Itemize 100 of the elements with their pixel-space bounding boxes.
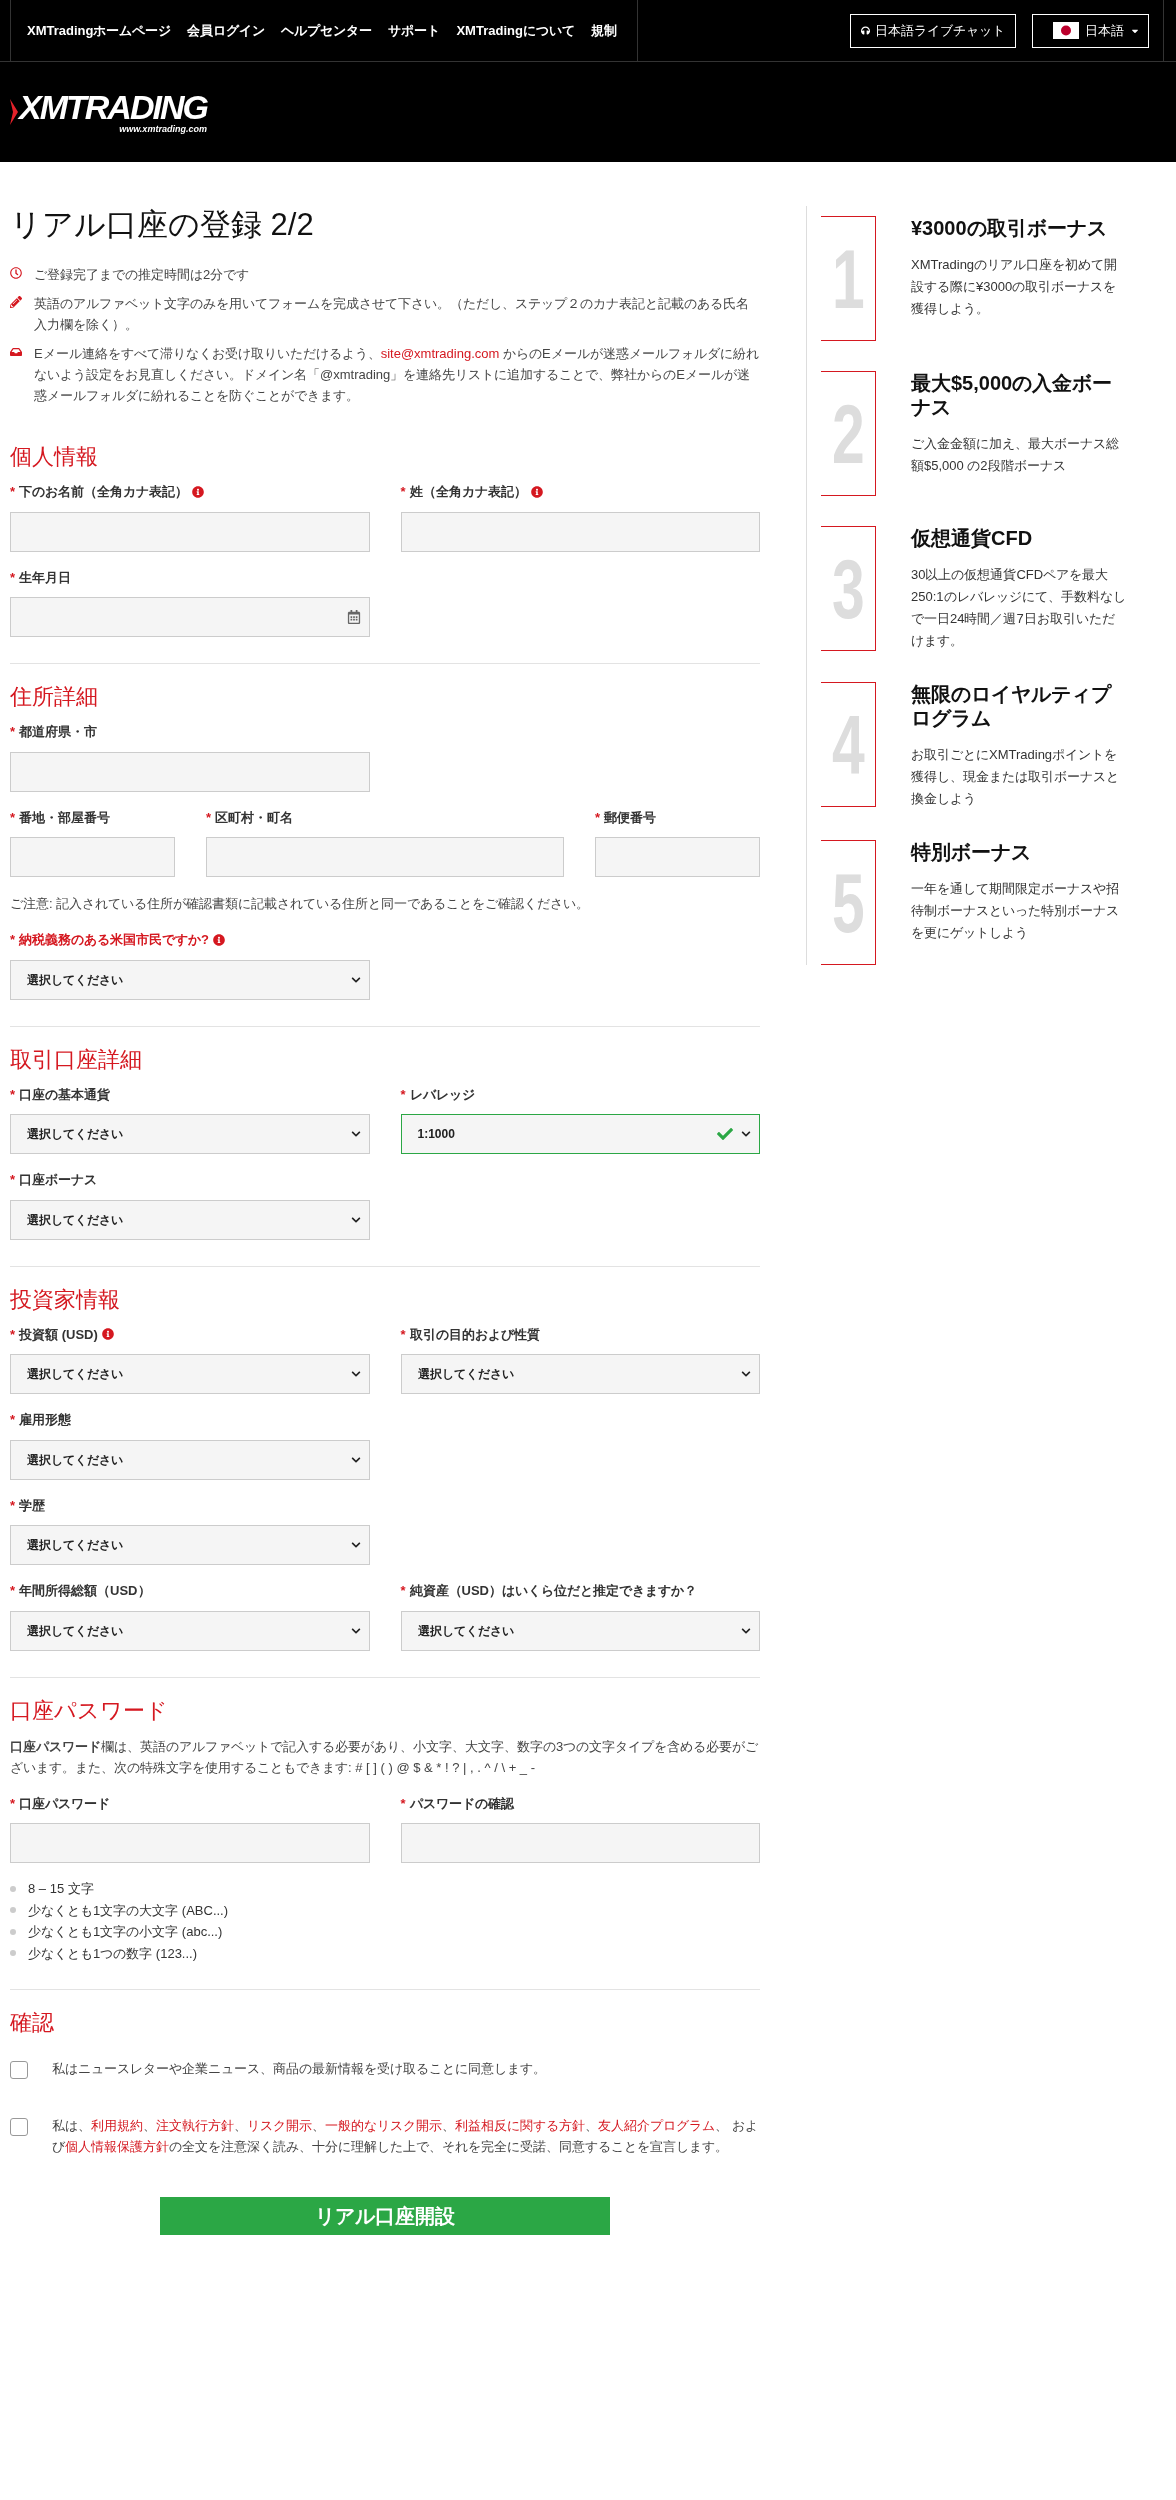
- note-text: ご注意: 記入されている住所が確認書類に記載されている住所と同一であることをご確認ください。: [10, 895, 591, 913]
- nav-link[interactable]: サポート: [388, 20, 441, 41]
- field-label: 雇用形態: [19, 1411, 72, 1429]
- text-field[interactable]: [595, 837, 760, 877]
- field-label: 口座の基本通貨: [19, 1085, 111, 1104]
- japan-flag-icon: [1053, 22, 1079, 39]
- text-link[interactable]: 利益相反に関する方針: [455, 2118, 585, 2133]
- nav-link[interactable]: XMTradingホームページ: [27, 20, 172, 41]
- benefit-text: お取引ごとにXMTradingポイントを獲得し、現金または取引ボーナスと換金しよう: [911, 746, 1120, 808]
- benefit-text: XMTradingのリアル口座を初めて開設する際に¥3000の取引ボーナスを獲得しよう。: [911, 256, 1119, 318]
- section-title: 取引口座詳細: [10, 1046, 143, 1073]
- field-label: 都道府県・市: [19, 723, 98, 741]
- text-field[interactable]: [400, 1823, 760, 1863]
- bullet-icon: [10, 1928, 16, 1935]
- select-field[interactable]: 選択してください: [10, 1114, 370, 1154]
- text-link[interactable]: 個人情報保護方針: [65, 2139, 169, 2154]
- field-label: 純資産（USD）はいくら位だと推定できますか？: [409, 1582, 697, 1600]
- select-field[interactable]: 選択してください: [10, 1439, 370, 1480]
- select-field[interactable]: 選択してください: [10, 1354, 370, 1394]
- password-rule: 少なくとも1文字の小文字 (abc...): [28, 1923, 223, 1941]
- field-label: 番地・部屋番号: [19, 808, 111, 827]
- select-field[interactable]: 選択してください: [10, 959, 370, 1000]
- required-mark: *: [10, 1411, 16, 1429]
- section-title: 確認: [10, 2010, 55, 2036]
- date-field[interactable]: [10, 597, 370, 637]
- bullet-icon: [10, 1950, 16, 1957]
- bullet-icon: [10, 1885, 16, 1892]
- clock-icon: [10, 267, 22, 279]
- nav-link[interactable]: ヘルプセンター: [281, 20, 373, 41]
- checkbox[interactable]: [10, 2118, 28, 2136]
- benefit-text: 一年を通して期間限定ボーナスや招待制ボーナスといった特別ボーナスを更にゲットしよう: [911, 880, 1120, 942]
- required-mark: *: [10, 568, 16, 587]
- benefit-title: ¥3000の取引ボーナス: [911, 216, 1108, 240]
- intro-text: Eメール連絡をすべて滞りなくお受け取りいただけるよう、site@xmtrading.com からのEメールが迷惑メールフォルダに紛れないよう設定をお見直しください。ドメイン名「@xmtrading」を連絡先リストに追加することで、弊社からのEメールが迷惑メールフォルダに紛れることを防ぐことができます。: [34, 345, 760, 405]
- live-chat-button[interactable]: 日本語ライブチャット: [850, 13, 1016, 48]
- text-field[interactable]: [400, 511, 760, 552]
- field-label: 郵便番号: [604, 808, 657, 827]
- password-rule: 8 – 15 文字: [28, 1880, 94, 1898]
- text-link[interactable]: 利用規約: [91, 2118, 143, 2133]
- field-label: 生年月日: [19, 568, 72, 587]
- text-link[interactable]: 友人紹介プログラム: [598, 2118, 715, 2133]
- text-field[interactable]: [10, 1823, 370, 1863]
- field-label: 年間所得総額（USD）: [19, 1582, 151, 1600]
- required-mark: *: [206, 808, 212, 827]
- benefit-title: 最大$5,000の入金ボーナス: [911, 371, 1114, 419]
- text-link[interactable]: 一般的なリスク開示: [325, 2118, 442, 2133]
- chevron-down-icon: [741, 1369, 751, 1379]
- field-label: 納税義務のある米国市民ですか?: [19, 931, 209, 949]
- field-label: 区町村・町名: [215, 808, 294, 827]
- text-field[interactable]: [10, 751, 370, 792]
- password-rule: 少なくとも1文字の大文字 (ABC...): [28, 1901, 229, 1920]
- select-field[interactable]: 選択してください: [10, 1610, 370, 1651]
- chevron-down-icon: [741, 1129, 751, 1139]
- select-field[interactable]: 1:1000: [400, 1114, 760, 1154]
- chevron-down-icon: [350, 1540, 361, 1550]
- calendar-icon: [346, 610, 361, 624]
- section-title: 住所詳細: [10, 684, 99, 710]
- required-mark: *: [10, 1496, 16, 1515]
- select-field[interactable]: 選択してください: [400, 1354, 760, 1394]
- required-mark: *: [10, 808, 16, 827]
- benefit-title: 特別ボーナス: [911, 840, 1032, 864]
- section-title: 投資家情報: [10, 1286, 121, 1313]
- chevron-down-icon: [350, 1369, 361, 1379]
- nav-link[interactable]: 規制: [590, 20, 617, 41]
- bullet-icon: [10, 1907, 16, 1914]
- intro-text: ご登録完了までの推定時間は2分です: [34, 266, 250, 284]
- field-label: 投資額 (USD): [19, 1325, 98, 1344]
- required-mark: *: [400, 483, 406, 501]
- nav-link[interactable]: 会員ログイン: [187, 20, 266, 41]
- text-link[interactable]: リスク開示: [247, 2118, 312, 2133]
- text-field[interactable]: [10, 837, 175, 877]
- chevron-down-icon: [741, 1625, 751, 1636]
- text-link[interactable]: 注文執行方針: [156, 2118, 234, 2133]
- field-label: 口座パスワード: [19, 1794, 111, 1813]
- headset-icon: [861, 26, 870, 35]
- text-field[interactable]: [10, 511, 370, 552]
- pencil-icon: [10, 296, 22, 308]
- benefit-title: 仮想通貨CFD: [911, 526, 1034, 550]
- language-button[interactable]: 日本語: [1032, 13, 1149, 48]
- section-title: 口座パスワード: [10, 1697, 169, 1724]
- required-mark: *: [10, 1582, 16, 1600]
- select-field[interactable]: 選択してください: [400, 1610, 760, 1651]
- benefit-title: 無限のロイヤルティプログラム: [911, 682, 1113, 730]
- required-mark: *: [400, 1582, 406, 1600]
- benefit-text: ご入金金額に加え、最大ボーナス総額$5,000 の2段階ボーナス: [911, 435, 1120, 475]
- chevron-down-icon: [350, 1129, 361, 1139]
- logo-url: www.xmtrading.com: [119, 123, 207, 135]
- select-field[interactable]: 選択してください: [10, 1199, 370, 1240]
- required-mark: *: [10, 1171, 16, 1189]
- benefit-text: 30以上の仮想通貨CFDペアを最大250:1のレバレッジにて、手数料なしで一日24時間／週7日お取引いただけます。: [911, 566, 1126, 650]
- field-label: 下のお名前（全角カナ表記）: [19, 483, 189, 501]
- logo-mark-icon: [10, 99, 18, 125]
- nav-link[interactable]: XMTradingについて: [456, 20, 575, 41]
- select-field[interactable]: 選択してください: [10, 1525, 370, 1565]
- required-mark: *: [10, 723, 16, 741]
- checkbox[interactable]: [10, 2061, 28, 2079]
- text-link[interactable]: site@xmtrading.com: [380, 346, 500, 361]
- consent-text: 私はニュースレターや企業ニュース、商品の最新情報を受け取ることに同意します。: [52, 2060, 546, 2078]
- required-mark: *: [10, 1794, 16, 1813]
- text-field[interactable]: [206, 837, 564, 877]
